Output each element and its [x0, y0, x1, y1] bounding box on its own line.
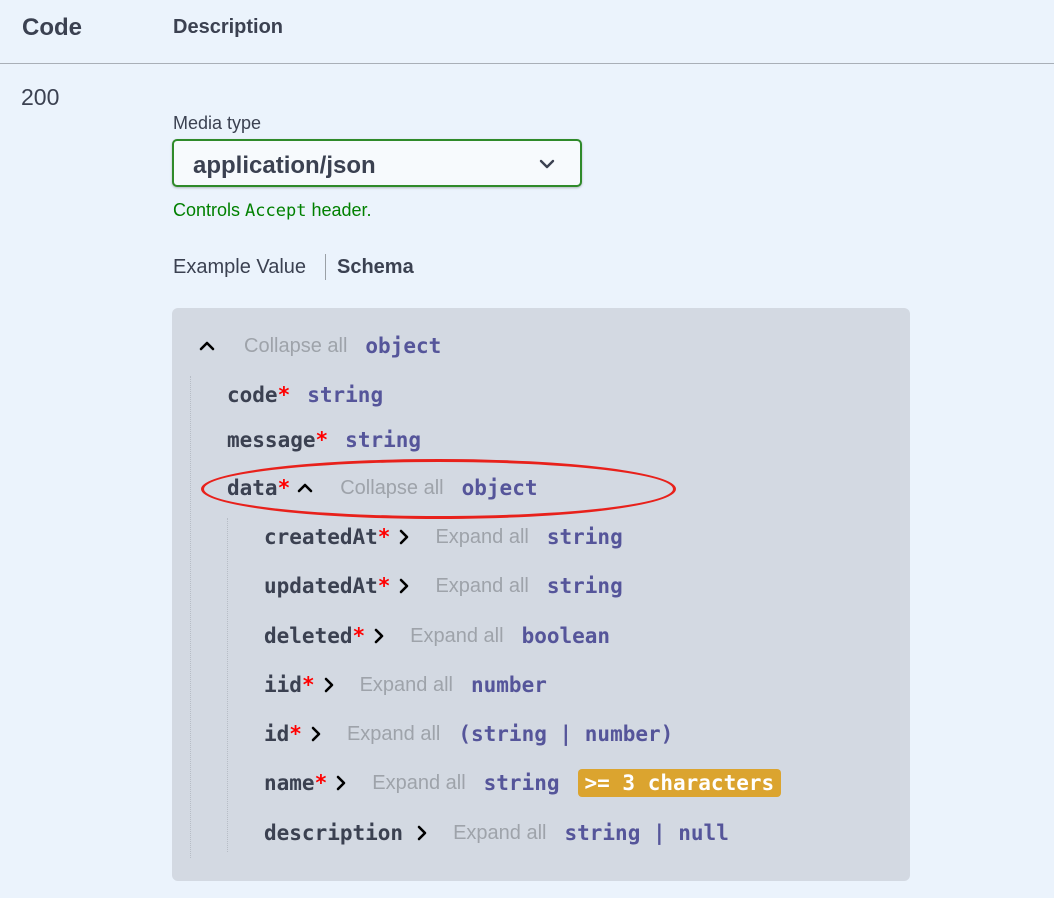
property-type: (string | number): [458, 722, 674, 746]
property-name: deleted: [264, 624, 353, 648]
accept-note-suffix: header.: [306, 200, 372, 220]
chevron-right-icon[interactable]: [332, 774, 350, 792]
accept-header-code: Accept: [245, 201, 307, 221]
schema-data-row: data * Collapse all object: [227, 473, 537, 503]
property-type: number: [471, 673, 547, 697]
property-type: object: [461, 476, 538, 500]
chevron-right-icon[interactable]: [413, 824, 431, 842]
expand-all-toggle[interactable]: Expand all: [453, 822, 546, 845]
required-marker: *: [301, 673, 315, 697]
schema-child-row: createdAt * Expand all string: [264, 522, 623, 552]
required-marker: *: [277, 476, 291, 500]
accept-note-prefix: Controls: [173, 200, 246, 220]
tab-schema[interactable]: Schema: [337, 256, 414, 279]
expand-all-toggle[interactable]: Expand all: [410, 625, 503, 648]
expand-all-toggle[interactable]: Expand all: [435, 526, 528, 549]
collapse-all-toggle[interactable]: Collapse all: [244, 335, 347, 358]
property-name: name: [264, 771, 315, 795]
schema-field-row: code * string: [227, 380, 383, 410]
response-status-code: 200: [21, 84, 60, 110]
property-type: string: [307, 383, 384, 407]
property-type: object: [365, 334, 442, 358]
required-marker: *: [315, 428, 329, 452]
chevron-right-icon[interactable]: [395, 528, 413, 546]
min-length-badge: >= 3 characters: [577, 769, 782, 797]
expand-all-toggle[interactable]: Expand all: [347, 723, 440, 746]
property-name: message: [227, 428, 316, 452]
schema-child-row: deleted * Expand all boolean: [264, 621, 610, 651]
property-name: id: [264, 722, 290, 746]
media-type-selected-value: application/json: [193, 152, 376, 179]
expand-all-toggle[interactable]: Expand all: [360, 674, 453, 697]
required-marker: *: [377, 525, 391, 549]
required-marker: *: [289, 722, 302, 746]
expand-all-toggle[interactable]: Expand all: [435, 575, 528, 598]
property-type: string: [546, 574, 623, 598]
required-marker: *: [377, 574, 391, 598]
schema-child-row: name * Expand all string >= 3 characters: [264, 768, 782, 798]
schema-tree-guide-data: [227, 518, 228, 852]
chevron-down-icon: [538, 155, 556, 173]
property-type: boolean: [521, 624, 611, 648]
property-type: string: [546, 525, 623, 549]
schema-child-row: iid * Expand all number: [264, 670, 547, 700]
property-name: code: [227, 383, 278, 407]
collapse-all-toggle[interactable]: Collapse all: [340, 477, 443, 500]
code-column-header: Code: [22, 14, 82, 41]
responses-table-header: Code Description: [0, 0, 1054, 64]
schema-field-row: message * string: [227, 425, 421, 455]
chevron-right-icon[interactable]: [370, 627, 388, 645]
tab-divider: [325, 254, 326, 280]
property-name: updatedAt: [264, 574, 378, 598]
schema-root-row: Collapse all object: [198, 331, 441, 361]
tab-example-value[interactable]: Example Value: [173, 256, 306, 279]
chevron-right-icon[interactable]: [307, 725, 325, 743]
required-marker: *: [314, 771, 328, 795]
accept-header-note: Controls Accept header.: [173, 200, 372, 221]
property-name: data: [227, 476, 278, 500]
property-type: string: [483, 771, 560, 795]
schema-tree-guide-root: [190, 376, 191, 858]
chevron-right-icon[interactable]: [320, 676, 338, 694]
required-marker: *: [352, 624, 366, 648]
description-column-header: Description: [173, 16, 284, 38]
expand-all-toggle[interactable]: Expand all: [372, 772, 465, 795]
schema-child-row: updatedAt * Expand all string: [264, 571, 623, 601]
property-type: string: [345, 428, 422, 452]
media-type-label: Media type: [173, 113, 262, 133]
chevron-right-icon[interactable]: [395, 577, 413, 595]
property-name: description: [264, 821, 404, 845]
chevron-up-icon[interactable]: [198, 337, 216, 355]
required-marker: *: [277, 383, 291, 407]
property-type: string | null: [564, 821, 729, 845]
property-name: iid: [264, 673, 302, 697]
media-type-select[interactable]: application/json: [172, 139, 582, 187]
chevron-up-icon[interactable]: [296, 479, 314, 497]
schema-child-row: id * Expand all (string | number): [264, 719, 673, 749]
schema-child-row: description Expand all string | null: [264, 818, 729, 848]
property-name: createdAt: [264, 525, 378, 549]
